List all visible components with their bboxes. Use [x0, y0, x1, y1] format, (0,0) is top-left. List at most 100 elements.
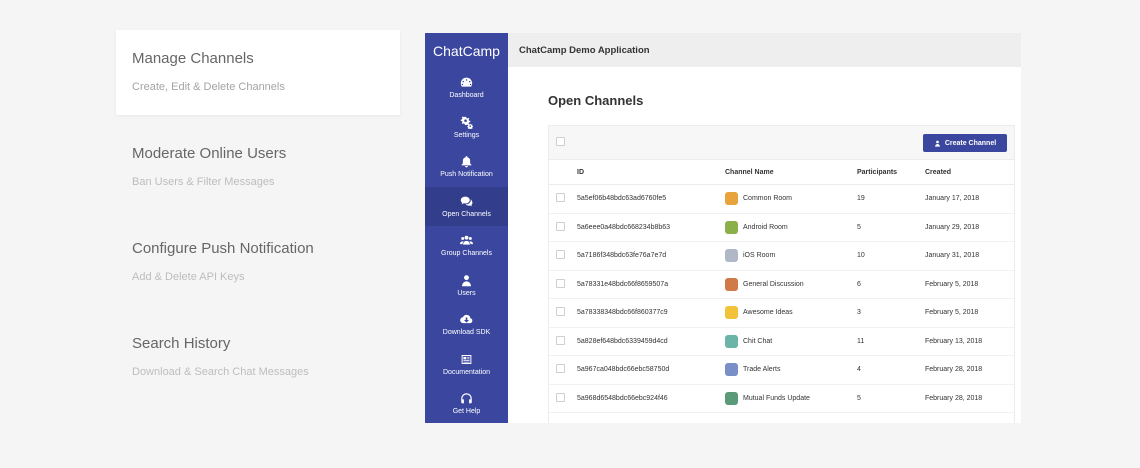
- feature-search-history[interactable]: Search History Download & Search Chat Me…: [116, 315, 400, 400]
- feature-subtitle: Add & Delete API Keys: [132, 271, 245, 283]
- table-row[interactable]: 5a5ef06b48bdc63ad6760fe5 Common Room 19 Jan…: [549, 185, 1014, 214]
- nav-item-download-sdk[interactable]: Download SDK: [425, 305, 508, 345]
- nav-item-open-channels[interactable]: Open Channels: [425, 186, 508, 226]
- channel-created: January 17, 2018: [925, 195, 980, 203]
- bell-icon: [461, 156, 472, 168]
- feature-title: Moderate Online Users: [132, 145, 287, 162]
- table-body: 5a5ef06b48bdc63ad6760fe5 Common Room 19 Jan…: [549, 185, 1014, 413]
- channel-avatar: [725, 306, 738, 320]
- row-checkbox[interactable]: [556, 250, 565, 260]
- table-row[interactable]: 5a968d6548bdc66ebc924f46 Mutual Funds Upd…: [549, 384, 1014, 413]
- select-all-checkbox[interactable]: [556, 137, 565, 146]
- table-row[interactable]: 5a967ca048bdc66ebc58750d Trade Alerts 4 Feb…: [549, 356, 1014, 385]
- table-row[interactable]: 5a78331e48bdc66f8659507a General Discussi…: [549, 270, 1014, 299]
- column-header-created[interactable]: Created: [925, 169, 1014, 176]
- feature-list: Manage Channels Create, Edit & Delete Ch…: [116, 30, 400, 410]
- channel-name[interactable]: Chit Chat: [743, 338, 772, 345]
- feature-title: Manage Channels: [132, 50, 254, 67]
- app-window: ChatCamp Dashboard Settings Push Notific…: [425, 33, 1021, 423]
- feature-manage-channels[interactable]: Manage Channels Create, Edit & Delete Ch…: [116, 30, 400, 115]
- channel-id: 5a78338348bdc66f860377c9: [577, 309, 668, 317]
- channel-participants: 10: [857, 252, 865, 260]
- column-header-channel-name[interactable]: Channel Name: [725, 169, 857, 176]
- row-checkbox[interactable]: [556, 307, 565, 317]
- channel-created: February 5, 2018: [925, 309, 979, 317]
- channel-name[interactable]: Android Room: [743, 224, 788, 231]
- channel-participants: 6: [857, 280, 861, 288]
- row-checkbox[interactable]: [556, 392, 565, 402]
- feature-moderate-users[interactable]: Moderate Online Users Ban Users & Filter…: [116, 125, 400, 210]
- row-checkbox[interactable]: [556, 193, 565, 203]
- headphones-icon: [461, 393, 472, 404]
- nav-item-users[interactable]: Users: [425, 266, 508, 306]
- nav-label: Settings: [453, 131, 480, 139]
- table-header: ID Channel Name Participants Created: [549, 160, 1014, 185]
- nav-label: Users: [457, 289, 476, 297]
- channel-participants: 5: [857, 223, 861, 231]
- channel-id: 5a5ef06b48bdc63ad6760fe5: [577, 195, 667, 203]
- nav-item-group-channels[interactable]: Group Channels: [425, 226, 508, 266]
- nav-label: Documentation: [442, 368, 491, 376]
- feature-push-notification[interactable]: Configure Push Notification Add & Delete…: [116, 220, 400, 305]
- app-title: ChatCamp Demo Application: [508, 33, 1021, 67]
- channel-created: February 28, 2018: [925, 394, 983, 402]
- brand-logo[interactable]: ChatCamp: [425, 33, 508, 68]
- nav-label: Dashboard: [449, 92, 484, 100]
- channel-name[interactable]: General Discussion: [743, 281, 804, 288]
- nav-label: Group Channels: [441, 250, 492, 258]
- channel-id: 5a967ca048bdc66ebc58750d: [577, 366, 670, 374]
- channel-created: January 29, 2018: [925, 223, 980, 231]
- channel-id: 5a7186f348bdc63fe76a7e7d: [577, 252, 667, 260]
- channel-participants: 11: [857, 337, 865, 345]
- channel-participants: 5: [857, 394, 861, 402]
- feature-subtitle: Ban Users & Filter Messages: [132, 176, 275, 188]
- users-icon: [460, 235, 473, 245]
- channel-name[interactable]: iOS Room: [743, 252, 775, 259]
- nav-item-documentation[interactable]: Documentation: [425, 345, 508, 385]
- table-row[interactable]: 5a7186f348bdc63fe76a7e7d iOS Room 10 Januar…: [549, 242, 1014, 271]
- channel-name[interactable]: Trade Alerts: [743, 366, 780, 373]
- channel-id: 5a828ef648bdc6339459d4cd: [577, 337, 668, 345]
- create-channel-label: Create Channel: [944, 139, 997, 147]
- create-channel-button[interactable]: Create Channel: [923, 134, 1007, 152]
- user-icon: [934, 140, 940, 147]
- nav-label: Download SDK: [442, 329, 491, 337]
- row-checkbox[interactable]: [556, 335, 565, 345]
- channel-name[interactable]: Common Room: [743, 195, 792, 202]
- channel-avatar: [725, 220, 738, 234]
- channel-avatar: [725, 249, 738, 263]
- channel-name[interactable]: Mutual Funds Update: [743, 395, 810, 402]
- channel-created: February 28, 2018: [925, 366, 983, 374]
- row-checkbox[interactable]: [556, 221, 565, 231]
- comments-icon: [460, 196, 473, 207]
- user-icon: [462, 274, 471, 286]
- page-title: Open Channels: [548, 93, 644, 108]
- nav-item-get-help[interactable]: Get Help: [425, 384, 508, 423]
- channel-name[interactable]: Awesome Ideas: [743, 309, 793, 316]
- channel-id: 5a6eee0a48bdc668234b8b63: [577, 223, 671, 231]
- row-checkbox[interactable]: [556, 278, 565, 288]
- nav-label: Get Help: [452, 408, 481, 416]
- nav-item-push-notification[interactable]: Push Notification: [425, 147, 508, 187]
- dashboard-icon: [460, 77, 473, 87]
- table-row[interactable]: 5a6eee0a48bdc668234b8b63 Android Room 5 Jan…: [549, 213, 1014, 242]
- nav-item-dashboard[interactable]: Dashboard: [425, 68, 508, 108]
- channel-id: 5a968d6548bdc66ebc924f46: [577, 394, 668, 402]
- table-row[interactable]: 5a828ef648bdc6339459d4cd Chit Chat 11 Febru…: [549, 327, 1014, 356]
- feature-title: Configure Push Notification: [132, 240, 314, 257]
- channel-avatar: [725, 192, 738, 206]
- channel-created: February 5, 2018: [925, 280, 979, 288]
- column-header-id[interactable]: ID: [577, 169, 725, 176]
- channel-avatar: [725, 277, 738, 291]
- channel-participants: 4: [857, 366, 861, 374]
- feature-subtitle: Create, Edit & Delete Channels: [132, 81, 285, 93]
- nav-item-settings[interactable]: Settings: [425, 108, 508, 148]
- main-content: Open Channels Create Channel ID Channel …: [508, 67, 1021, 423]
- channel-created: February 13, 2018: [925, 337, 983, 345]
- column-header-participants[interactable]: Participants: [857, 169, 925, 176]
- table-row[interactable]: 5a78338348bdc66f860377c9 Awesome Ideas 3 Fe…: [549, 299, 1014, 328]
- row-checkbox[interactable]: [556, 364, 565, 374]
- gears-icon: [460, 116, 473, 129]
- feature-subtitle: Download & Search Chat Messages: [132, 366, 309, 378]
- channel-id: 5a78331e48bdc66f8659507a: [577, 280, 669, 288]
